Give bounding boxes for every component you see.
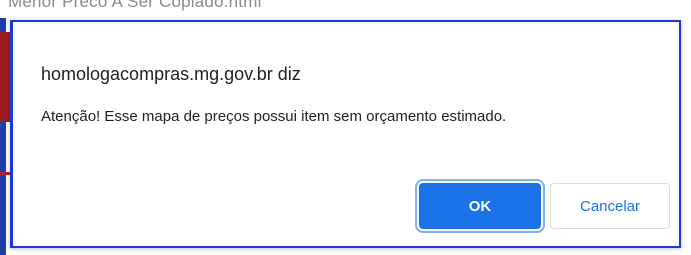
background-red-marker [0, 32, 10, 122]
dialog-message: Atenção! Esse mapa de preços possui item… [41, 108, 507, 125]
background-page-text: Menor Preco A Ser Copiado.html [8, 0, 262, 11]
background-red-dot [0, 172, 10, 175]
dialog-origin-title: homologacompras.mg.gov.br diz [41, 64, 301, 84]
alert-dialog: homologacompras.mg.gov.br diz Atenção! E… [10, 20, 681, 248]
cancel-button[interactable]: Cancelar [550, 183, 670, 229]
ok-button[interactable]: OK [419, 183, 541, 229]
